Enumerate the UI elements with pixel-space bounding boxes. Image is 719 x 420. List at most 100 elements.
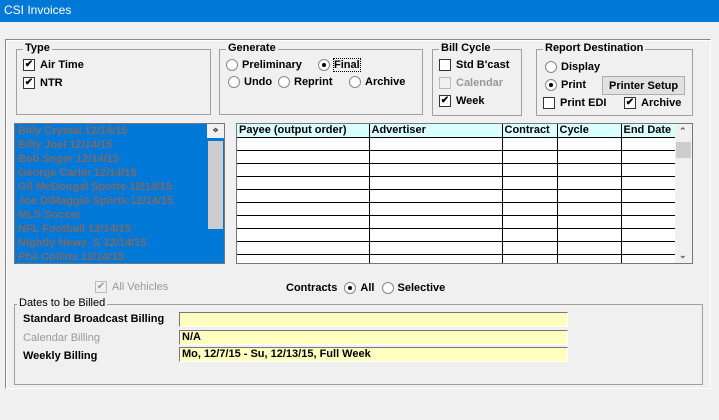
table-cell[interactable] <box>556 162 622 177</box>
table-cell[interactable] <box>501 253 558 263</box>
table-cell[interactable] <box>620 175 677 190</box>
table-cell[interactable] <box>556 136 622 151</box>
table-cell[interactable] <box>368 227 503 242</box>
list-item[interactable]: Billy Joel 12/14/15 <box>15 138 224 152</box>
column-header-end-date[interactable]: End Date <box>621 124 677 138</box>
archive-checkbox[interactable]: ✔ Archive <box>624 97 681 110</box>
table-cell[interactable] <box>620 240 677 255</box>
radio-undo[interactable]: Undo <box>228 76 272 89</box>
table-cell[interactable] <box>501 136 558 151</box>
table-cell[interactable] <box>556 201 622 216</box>
radio-preliminary[interactable]: Preliminary <box>226 59 302 72</box>
table-row[interactable] <box>237 136 677 151</box>
list-item[interactable]: Nightly News_S 12/14/15 <box>15 236 224 250</box>
table-cell[interactable] <box>368 162 503 177</box>
radio-contracts-selective[interactable]: Selective <box>378 282 445 295</box>
print-edi-checkbox[interactable]: Print EDI <box>543 97 606 110</box>
table-cell[interactable] <box>556 214 622 229</box>
table-cell[interactable] <box>368 149 503 164</box>
list-item[interactable]: Bob Seger 12/14/15 <box>15 152 224 166</box>
table-cell[interactable] <box>556 188 622 203</box>
column-header-payee[interactable]: Payee (output order) <box>237 124 370 138</box>
std-bcast-checkbox[interactable]: Std B'cast <box>439 59 509 72</box>
printer-setup-button[interactable]: Printer Setup <box>602 76 686 95</box>
table-cell[interactable] <box>501 227 558 242</box>
payee-grid[interactable]: Payee (output order) Advertiser Contract… <box>236 123 693 264</box>
air-time-checkbox[interactable]: ✔ Air Time <box>23 59 84 72</box>
table-cell[interactable] <box>501 162 558 177</box>
radio-final[interactable]: Final <box>318 58 361 72</box>
column-header-contract[interactable]: Contract <box>502 124 558 138</box>
column-header-cycle[interactable]: Cycle <box>557 124 622 138</box>
table-row[interactable] <box>237 201 677 216</box>
table-cell[interactable] <box>556 240 622 255</box>
radio-reprint[interactable]: Reprint <box>278 76 333 89</box>
table-cell[interactable] <box>501 201 558 216</box>
table-cell[interactable] <box>620 227 677 242</box>
radio-display[interactable]: Display <box>545 61 600 74</box>
table-row[interactable] <box>237 188 677 203</box>
table-cell[interactable] <box>556 175 622 190</box>
table-cell[interactable] <box>620 162 677 177</box>
table-cell[interactable] <box>368 240 503 255</box>
table-cell[interactable] <box>237 149 370 164</box>
radio-print[interactable]: Print <box>545 79 586 92</box>
scroll-thumb[interactable] <box>208 141 223 229</box>
table-cell[interactable] <box>501 214 558 229</box>
scroll-up-icon[interactable]: ⌃ <box>679 126 687 137</box>
table-cell[interactable] <box>620 253 677 263</box>
table-cell[interactable] <box>237 188 370 203</box>
table-cell[interactable] <box>237 136 370 151</box>
list-item[interactable]: Billy Crystal 12/14/15 <box>15 124 224 138</box>
table-cell[interactable] <box>237 175 370 190</box>
table-cell[interactable] <box>237 240 370 255</box>
table-cell[interactable] <box>501 175 558 190</box>
list-item[interactable]: George Carlin 12/14/15 <box>15 166 224 180</box>
table-cell[interactable] <box>556 253 622 263</box>
table-cell[interactable] <box>620 201 677 216</box>
vehicle-list[interactable]: Billy Crystal 12/14/15 Billy Joel 12/14/… <box>14 123 225 264</box>
grid-scrollbar[interactable]: ⌃ ⌄ <box>675 124 692 263</box>
table-row[interactable] <box>237 240 677 255</box>
table-cell[interactable] <box>237 162 370 177</box>
table-cell[interactable] <box>501 240 558 255</box>
table-cell[interactable] <box>368 175 503 190</box>
ntr-checkbox[interactable]: ✔ NTR <box>23 77 63 90</box>
table-cell[interactable] <box>368 136 503 151</box>
table-cell[interactable] <box>237 253 370 263</box>
radio-contracts-all[interactable]: All <box>340 282 374 295</box>
table-cell[interactable] <box>620 149 677 164</box>
scroll-down-icon[interactable]: ⌄ <box>679 250 687 261</box>
list-item[interactable]: Joe DiMaggio Sports 12/14/15 <box>15 194 224 208</box>
table-row[interactable] <box>237 253 677 263</box>
column-header-advertiser[interactable]: Advertiser <box>369 124 503 138</box>
table-cell[interactable] <box>368 201 503 216</box>
table-cell[interactable] <box>556 149 622 164</box>
standard-billing-field[interactable] <box>179 312 568 327</box>
table-row[interactable] <box>237 162 677 177</box>
list-item[interactable]: Gil McDougal Sports 12/14/15 <box>15 180 224 194</box>
table-cell[interactable] <box>368 188 503 203</box>
table-row[interactable] <box>237 227 677 242</box>
table-cell[interactable] <box>620 136 677 151</box>
table-row[interactable] <box>237 175 677 190</box>
weekly-billing-field[interactable]: Mo, 12/7/15 - Su, 12/13/15, Full Week <box>179 347 568 362</box>
table-cell[interactable] <box>501 188 558 203</box>
scroll-down-icon[interactable]: ⌄ <box>211 124 220 136</box>
table-cell[interactable] <box>368 253 503 263</box>
list-item[interactable]: Phil Collins 12/14/15 <box>15 250 224 263</box>
table-cell[interactable] <box>620 214 677 229</box>
list-item[interactable]: NFL Football 12/14/15 <box>15 222 224 236</box>
table-cell[interactable] <box>237 201 370 216</box>
table-cell[interactable] <box>620 188 677 203</box>
radio-archive[interactable]: Archive <box>349 76 405 89</box>
week-checkbox[interactable]: ✔ Week <box>439 95 485 108</box>
table-cell[interactable] <box>556 227 622 242</box>
list-scrollbar[interactable]: ⌃ ⌄ <box>207 124 224 229</box>
table-cell[interactable] <box>237 214 370 229</box>
table-row[interactable] <box>237 214 677 229</box>
table-cell[interactable] <box>237 227 370 242</box>
table-cell[interactable] <box>501 149 558 164</box>
list-item[interactable]: MLS Soccer <box>15 208 224 222</box>
scroll-thumb[interactable] <box>676 142 691 158</box>
